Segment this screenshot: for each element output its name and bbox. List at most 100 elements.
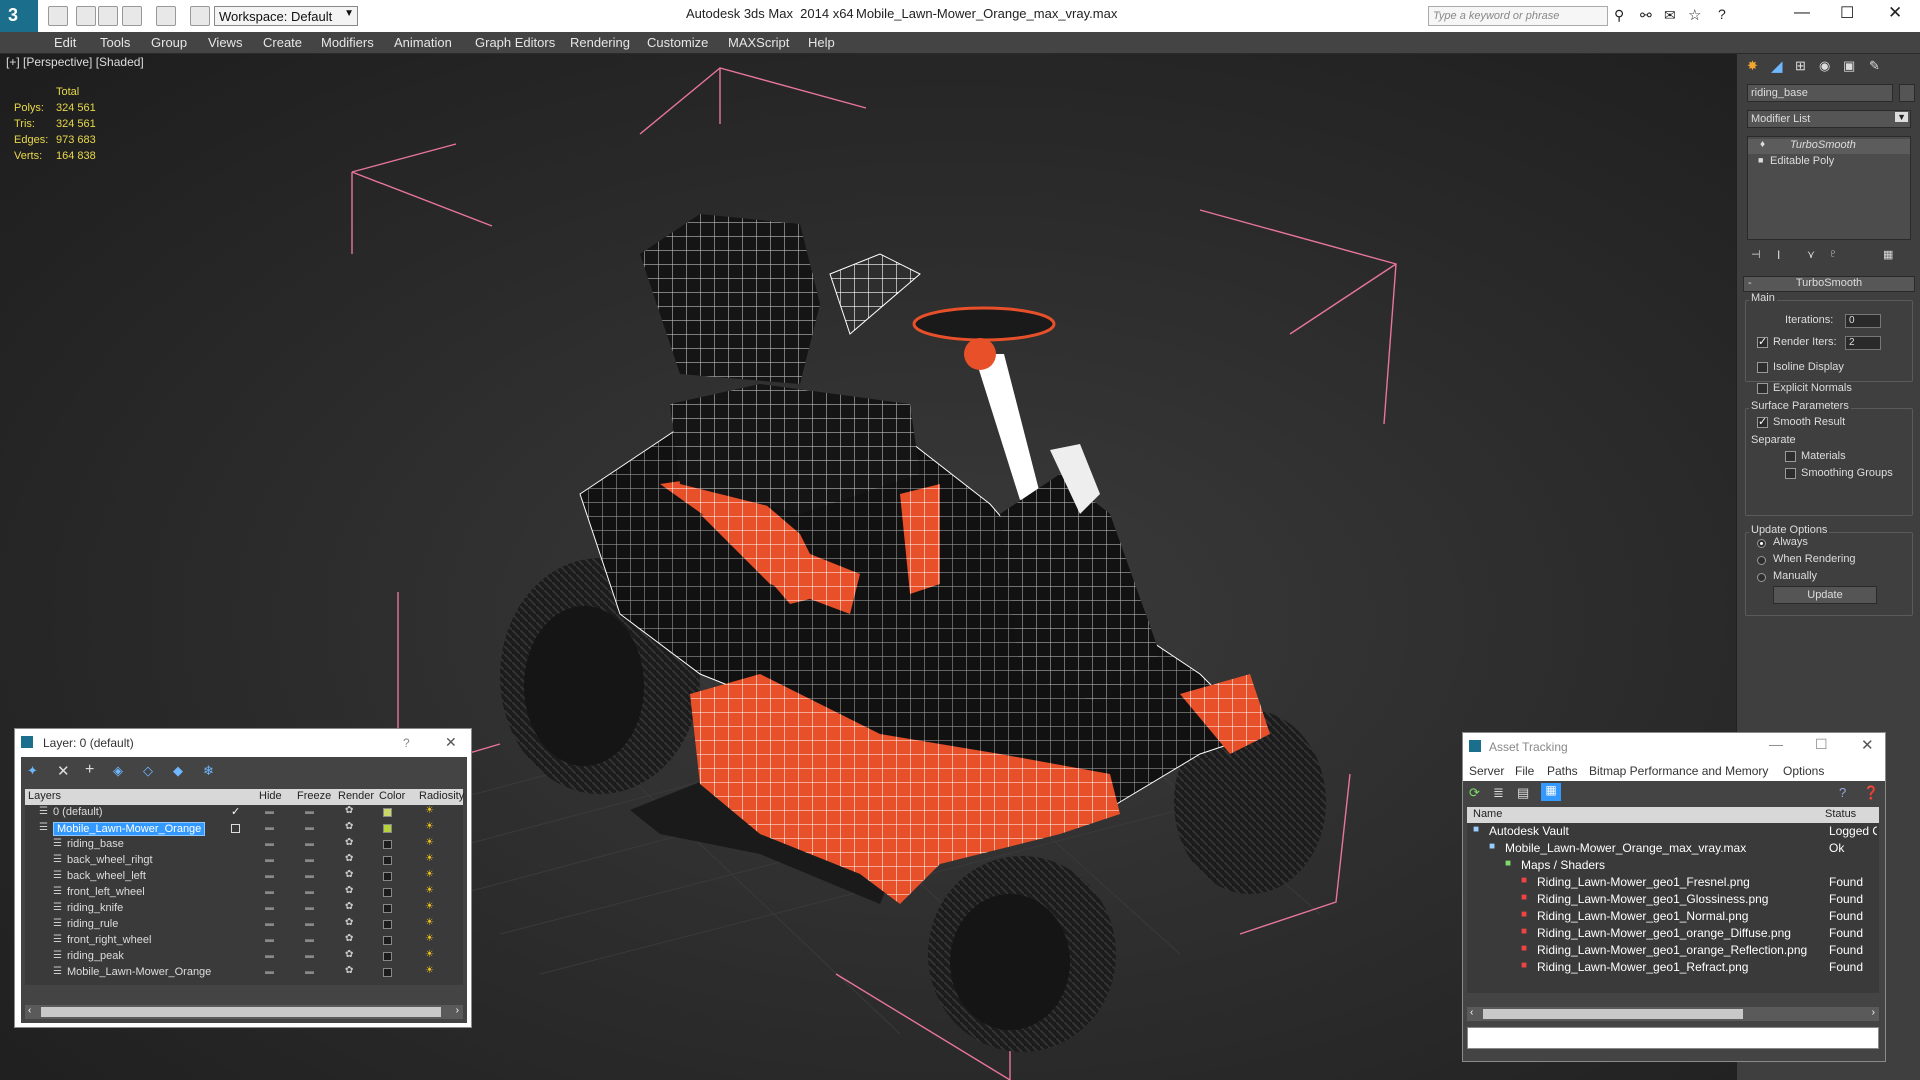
menu-group[interactable]: Group [151, 35, 187, 50]
asset-row[interactable]: ■ Riding_Lawn-Mower_geo1_Normal.png Found [1467, 908, 1879, 925]
asset-row[interactable]: ■ Maps / Shaders [1467, 857, 1879, 874]
asset-menu-bitmap[interactable]: Bitmap Performance and Memory [1589, 764, 1768, 778]
radiosity-icon[interactable]: ☀ [425, 949, 434, 960]
radiosity-icon[interactable]: ☀ [425, 805, 434, 816]
manually-radio[interactable] [1757, 573, 1766, 582]
help-icon[interactable]: ? [1718, 6, 1726, 22]
help-icon[interactable]: ? [1839, 785, 1846, 800]
layer-name[interactable]: Mobile_Lawn-Mower_Orange [53, 822, 206, 836]
layer-name[interactable]: 0 (default) [53, 806, 103, 818]
explicit-normals-checkbox[interactable] [1757, 383, 1768, 394]
menu-customize[interactable]: Customize [647, 35, 708, 50]
col-hide[interactable]: Hide [259, 790, 282, 802]
menu-views[interactable]: Views [208, 35, 242, 50]
hide-toggle-icon[interactable]: ▬ [265, 918, 274, 928]
smoothing-groups-checkbox[interactable] [1785, 468, 1796, 479]
render-toggle-icon[interactable]: ✿ [345, 933, 353, 944]
asset-row[interactable]: ■ Riding_Lawn-Mower_geo1_Refract.png Found [1467, 959, 1879, 976]
display-tab-icon[interactable]: ▣ [1843, 58, 1855, 74]
project-folder-icon[interactable] [190, 6, 210, 26]
modify-tab-icon[interactable]: ◢ [1771, 57, 1783, 75]
asset-row[interactable]: ■ Autodesk Vault Logged Ou [1467, 823, 1879, 840]
layer-name[interactable]: back_wheel_left [67, 870, 146, 882]
layer-row[interactable]: ☰ riding_base ▬ ▬ ✿ ☀ [25, 837, 463, 853]
maximize-icon[interactable]: ☐ [1815, 736, 1828, 753]
layer-color-swatch[interactable] [383, 968, 392, 977]
thumbnail-view-icon[interactable]: ▤ [1517, 785, 1529, 801]
search-input[interactable]: Type a keyword or phrase [1428, 6, 1608, 26]
hide-toggle-icon[interactable]: ▬ [265, 838, 274, 848]
asset-row[interactable]: ■ Riding_Lawn-Mower_geo1_orange_Diffuse.p… [1467, 925, 1879, 942]
render-toggle-icon[interactable]: ✿ [345, 837, 353, 848]
freeze-toggle-icon[interactable]: ▬ [305, 870, 314, 880]
radiosity-icon[interactable]: ☀ [425, 853, 434, 864]
radiosity-icon[interactable]: ☀ [425, 917, 434, 928]
layer-row[interactable]: ☰ Mobile_Lawn-Mower_Orange ▬ ▬ ✿ ☀ [25, 965, 463, 981]
hide-toggle-icon[interactable]: ▬ [265, 870, 274, 880]
binoculars-icon[interactable]: ⚲ [1614, 7, 1624, 24]
checkmark-icon[interactable]: ✓ [231, 805, 240, 818]
options-help-icon[interactable]: ❓ [1863, 785, 1879, 801]
asset-menu-server[interactable]: Server [1469, 764, 1504, 778]
update-button[interactable]: Update [1773, 586, 1877, 604]
col-color[interactable]: Color [379, 790, 405, 802]
app-logo-button[interactable]: 3 [0, 0, 38, 32]
smooth-result-checkbox[interactable]: ✓ [1757, 416, 1768, 428]
bulb-icon[interactable]: ♦ [1760, 139, 1765, 150]
asset-menu-file[interactable]: File [1515, 764, 1534, 778]
menu-tools[interactable]: Tools [100, 35, 130, 50]
layer-name[interactable]: riding_base [67, 838, 124, 850]
hide-toggle-icon[interactable]: ▬ [265, 854, 274, 864]
render-toggle-icon[interactable]: ✿ [345, 917, 353, 928]
asset-menu-paths[interactable]: Paths [1547, 764, 1578, 778]
freeze-toggle-icon[interactable]: ▬ [305, 950, 314, 960]
help-icon[interactable]: ? [403, 736, 410, 750]
freeze-toggle-icon[interactable]: ▬ [305, 854, 314, 864]
object-color-swatch[interactable] [1899, 84, 1915, 102]
asset-row[interactable]: ■ Riding_Lawn-Mower_geo1_Glossiness.png Fo… [1467, 891, 1879, 908]
open-file-icon[interactable] [76, 6, 96, 26]
layer-color-swatch[interactable] [383, 856, 392, 865]
new-file-icon[interactable] [48, 6, 68, 26]
highlight-layer-icon[interactable]: ◇ [143, 763, 153, 779]
iterations-spinner[interactable]: 0 [1845, 314, 1881, 328]
save-file-icon[interactable] [98, 6, 118, 26]
layer-row[interactable]: ☰ back_wheel_left ▬ ▬ ✿ ☀ [25, 869, 463, 885]
render-toggle-icon[interactable]: ✿ [345, 901, 353, 912]
radiosity-icon[interactable]: ☀ [425, 933, 434, 944]
expand-icon[interactable]: ■ [1758, 155, 1763, 165]
rollout-header[interactable]: - TurboSmooth [1743, 276, 1915, 292]
utilities-tab-icon[interactable]: ✎ [1869, 58, 1880, 74]
create-layer-icon[interactable]: ✦ [27, 763, 38, 779]
asset-path-field[interactable] [1467, 1027, 1879, 1049]
layer-row[interactable]: ☰ front_left_wheel ▬ ▬ ✿ ☀ [25, 885, 463, 901]
render-iters-spinner[interactable]: 2 [1845, 336, 1881, 350]
radiosity-icon[interactable]: ☀ [425, 901, 434, 912]
isoline-display-checkbox[interactable] [1757, 362, 1768, 373]
select-objects-icon[interactable]: ◈ [113, 763, 123, 779]
layer-row[interactable]: ☰ Mobile_Lawn-Mower_Orange ▬ ▬ ✿ ☀ [25, 821, 463, 837]
layer-row[interactable]: ☰ 0 (default) ▬ ▬ ✿ ☀ ✓ [25, 805, 463, 821]
render-toggle-icon[interactable]: ✿ [345, 965, 353, 976]
freeze-toggle-icon[interactable]: ▬ [305, 806, 314, 816]
stack-item-turbosmooth[interactable]: ♦ TurboSmooth [1748, 139, 1910, 154]
freeze-toggle-icon[interactable]: ▬ [305, 934, 314, 944]
menu-edit[interactable]: Edit [54, 35, 76, 50]
layer-name[interactable]: front_right_wheel [67, 934, 151, 946]
asset-row[interactable]: ■ Riding_Lawn-Mower_geo1_Fresnel.png Found [1467, 874, 1879, 891]
layer-horizontal-scrollbar[interactable]: ‹ › [25, 1005, 463, 1019]
freeze-toggle-icon[interactable]: ▬ [305, 822, 314, 832]
layer-color-swatch[interactable] [383, 936, 392, 945]
delete-layer-icon[interactable]: ✕ [57, 762, 70, 780]
current-layer-box[interactable] [231, 824, 240, 833]
scroll-right-icon[interactable]: › [1872, 1007, 1875, 1018]
radiosity-icon[interactable]: ☀ [425, 837, 434, 848]
show-end-result-icon[interactable]: I [1777, 248, 1780, 262]
layer-name[interactable]: riding_peak [67, 950, 124, 962]
col-layers[interactable]: Layers [28, 790, 61, 802]
layer-name[interactable]: back_wheel_rihgt [67, 854, 153, 866]
layer-row[interactable]: ☰ riding_knife ▬ ▬ ✿ ☀ [25, 901, 463, 917]
menu-animation[interactable]: Animation [394, 35, 452, 50]
freeze-toggle-icon[interactable]: ▬ [305, 838, 314, 848]
hide-toggle-icon[interactable]: ▬ [265, 822, 274, 832]
